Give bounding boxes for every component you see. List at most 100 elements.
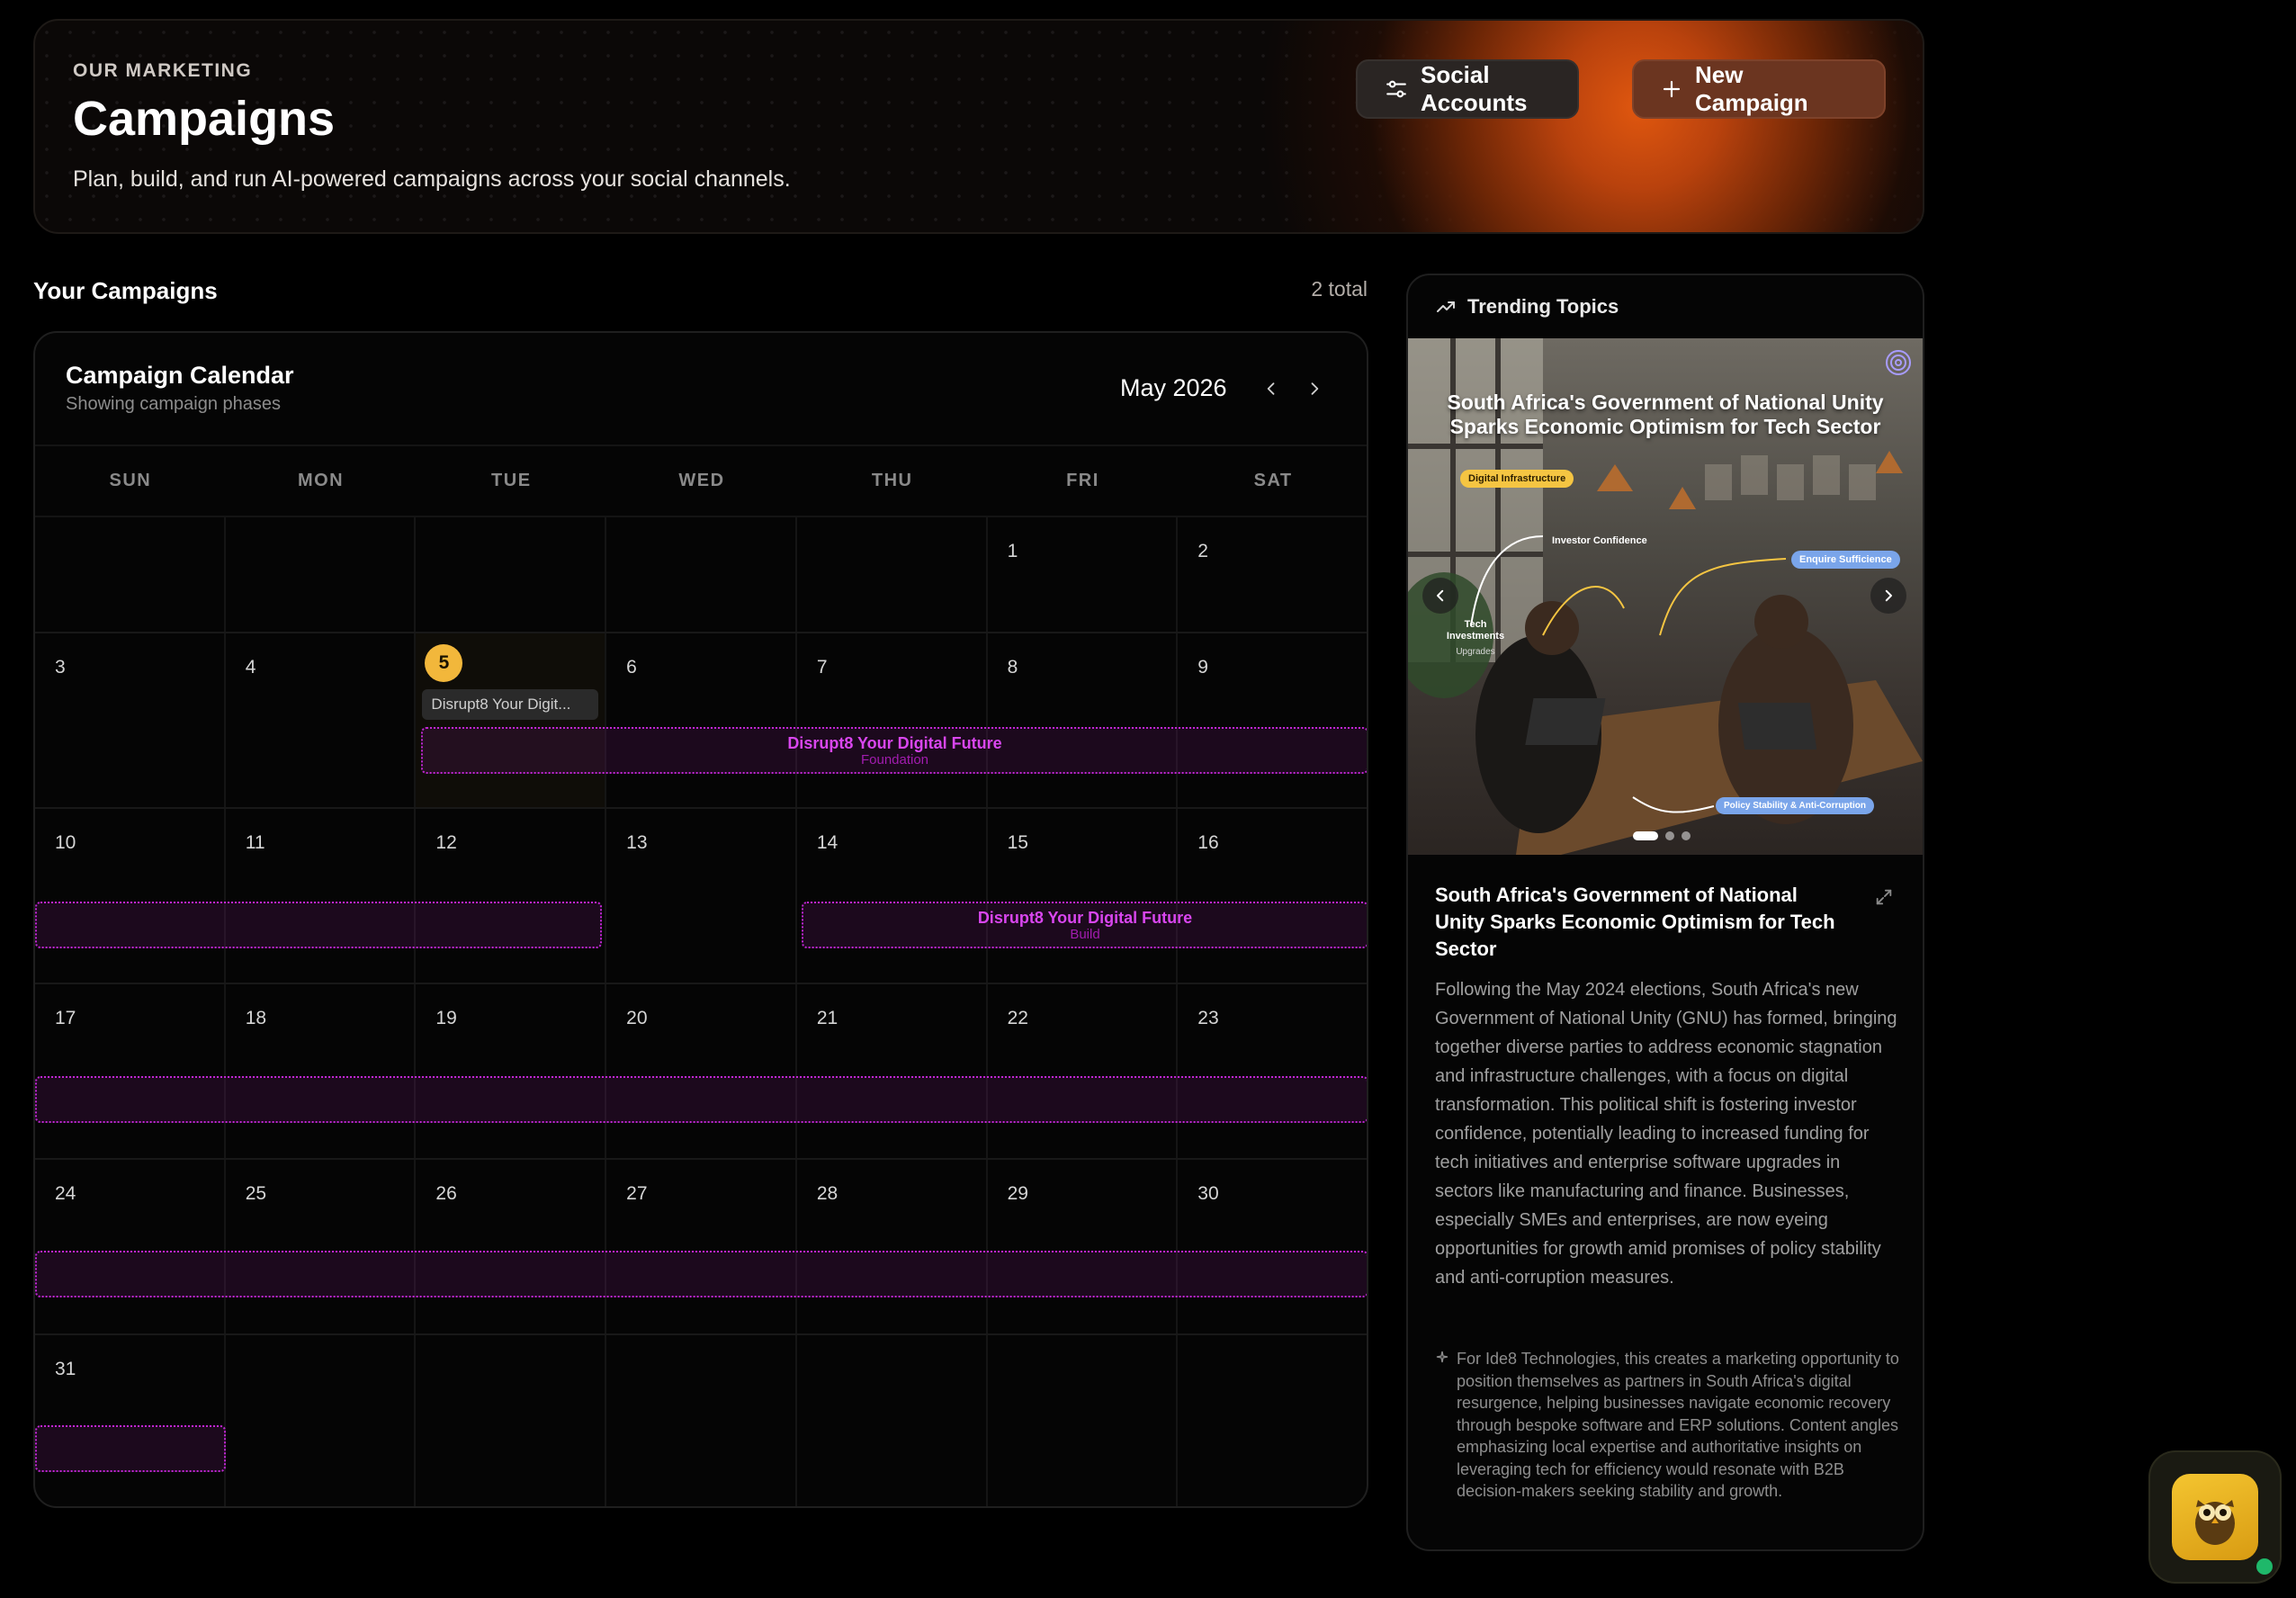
weekday-label: SAT <box>1253 471 1293 490</box>
calendar-month: May 2026 <box>1120 374 1227 401</box>
calendar-day[interactable]: 3 <box>35 633 226 807</box>
calendar-day[interactable]: 8 <box>988 633 1179 807</box>
day-number: 19 <box>435 1008 457 1028</box>
calendar-week: 3 4 5 Disrupt8 Your Digit... 6 7 8 9 Dis… <box>35 633 1367 809</box>
calendar-day[interactable]: 12 <box>416 809 607 983</box>
article-title: South Africa's Government of National Un… <box>1435 884 1835 960</box>
calendar-week: 31 <box>35 1335 1367 1506</box>
image-tag-digital: Digital Infrastructure <box>1460 470 1574 488</box>
article-note-text: For Ide8 Technologies, this creates a ma… <box>1457 1350 1899 1500</box>
next-month-button[interactable] <box>1298 373 1331 405</box>
calendar-day[interactable]: 11 <box>226 809 417 983</box>
calendar-day[interactable]: 18 <box>226 984 417 1158</box>
day-number: 10 <box>55 832 76 853</box>
day-number: 18 <box>245 1008 267 1028</box>
calendar-day[interactable]: 22 <box>988 984 1179 1158</box>
calendar-day[interactable]: 26 <box>416 1160 607 1333</box>
calendar-day[interactable]: 27 <box>606 1160 797 1333</box>
carousel-previous-button[interactable] <box>1422 578 1458 614</box>
calendar-day[interactable]: 21 <box>797 984 988 1158</box>
chevron-right-icon <box>1311 382 1319 395</box>
article-marketing-note: For Ide8 Technologies, this creates a ma… <box>1435 1348 1903 1503</box>
carousel-dots <box>1633 831 1691 840</box>
carousel-dot-active[interactable] <box>1633 831 1658 840</box>
carousel-next-button[interactable] <box>1870 578 1906 614</box>
calendar-week: 17 18 19 20 21 22 23 <box>35 984 1367 1160</box>
calendar-day[interactable]: 13 <box>606 809 797 983</box>
campaign-chip[interactable]: Disrupt8 Your Digit... <box>422 689 599 720</box>
trending-topics-panel: Trending Topics South Africa's Governmen… <box>1406 274 1924 1551</box>
calendar-day[interactable]: 19 <box>416 984 607 1158</box>
trending-topics-title: Trending Topics <box>1467 295 1619 318</box>
calendar-day[interactable]: 14 <box>797 809 988 983</box>
header-eyebrow: OUR MARKETING <box>73 60 253 81</box>
day-number: 21 <box>816 1008 839 1028</box>
calendar-day[interactable]: 1 <box>988 517 1179 632</box>
campaign-phase-bar[interactable]: Disrupt8 Your Digital Future Build <box>802 902 1367 948</box>
day-number: 20 <box>626 1008 648 1028</box>
phase-campaign-name: Disrupt8 Your Digital Future <box>787 733 1002 752</box>
weekday-label: SUN <box>109 471 152 490</box>
ai-assistant-button[interactable] <box>2148 1450 2282 1584</box>
calendar-day[interactable]: 20 <box>606 984 797 1158</box>
expand-icon[interactable] <box>1874 887 1894 911</box>
calendar-day[interactable]: 4 <box>226 633 417 807</box>
calendar-day-empty <box>35 517 226 632</box>
social-accounts-label: Social Accounts <box>1421 61 1528 116</box>
calendar-day[interactable]: 2 <box>1178 517 1367 632</box>
calendar-day-empty <box>988 1335 1179 1506</box>
image-label-upgrades: Upgrades <box>1456 647 1495 657</box>
calendar-day[interactable]: 29 <box>988 1160 1179 1333</box>
calendar-day[interactable]: 17 <box>35 984 226 1158</box>
calendar-day[interactable]: 30 <box>1178 1160 1367 1333</box>
online-status-dot <box>2253 1555 2276 1578</box>
calendar-week: 1 2 <box>35 517 1367 633</box>
carousel-dot[interactable] <box>1682 831 1691 840</box>
social-accounts-button[interactable]: Social Accounts <box>1356 59 1579 119</box>
campaign-phase-bar[interactable]: Disrupt8 Your Digital Future Foundation <box>421 727 1367 774</box>
day-number: 9 <box>1197 657 1208 678</box>
calendar-day-empty <box>416 1335 607 1506</box>
campaigns-header: OUR MARKETING Campaigns Plan, build, and… <box>33 19 1924 234</box>
image-tag-policy: Policy Stability & Anti-Corruption <box>1716 797 1874 814</box>
calendar-day[interactable]: 7 <box>797 633 988 807</box>
campaign-phase-bar-continued[interactable] <box>35 1425 226 1472</box>
calendar-title: Campaign Calendar <box>66 362 294 389</box>
day-number: 28 <box>816 1183 839 1204</box>
your-campaigns-heading: Your Campaigns <box>33 277 218 304</box>
calendar-day[interactable]: 28 <box>797 1160 988 1333</box>
campaign-phase-bar-continued[interactable] <box>35 1076 1367 1123</box>
chevron-left-icon <box>1437 589 1444 602</box>
new-campaign-button[interactable]: New Campaign <box>1632 59 1886 119</box>
image-headline: South Africa's Government of National Un… <box>1447 391 1884 438</box>
image-tag-enquire: Enquire Sufficience <box>1791 551 1900 569</box>
image-label-tech: Tech Investments <box>1446 619 1505 642</box>
campaign-phase-bar-continued[interactable] <box>35 1251 1367 1297</box>
calendar-day[interactable]: 15 <box>988 809 1179 983</box>
today-badge: 5 <box>425 644 463 682</box>
previous-month-button[interactable] <box>1255 373 1287 405</box>
carousel-dot[interactable] <box>1665 831 1674 840</box>
calendar-day[interactable]: 10 <box>35 809 226 983</box>
campaigns-count: 2 total <box>1311 277 1368 301</box>
calendar-day-empty <box>226 1335 417 1506</box>
weekday-label: WED <box>678 471 725 490</box>
calendar-day[interactable]: 25 <box>226 1160 417 1333</box>
trending-topic-image[interactable]: South Africa's Government of National Un… <box>1408 338 1923 855</box>
page-subtitle: Plan, build, and run AI-powered campaign… <box>73 166 791 192</box>
day-number: 31 <box>55 1359 76 1379</box>
calendar-day[interactable]: 6 <box>606 633 797 807</box>
day-number: 14 <box>816 832 839 853</box>
day-number: 8 <box>1007 657 1018 678</box>
calendar-day[interactable]: 9 <box>1178 633 1367 807</box>
calendar-subtitle: Showing campaign phases <box>66 394 282 414</box>
weekday-label: MON <box>297 471 345 490</box>
calendar-day[interactable]: 16 <box>1178 809 1367 983</box>
calendar-day[interactable]: 31 <box>35 1335 226 1506</box>
calendar-week: 24 25 26 27 28 29 30 <box>35 1160 1367 1335</box>
calendar-day[interactable]: 24 <box>35 1160 226 1333</box>
calendar-day-today[interactable]: 5 Disrupt8 Your Digit... <box>416 633 607 807</box>
calendar-day-empty <box>1178 1335 1367 1506</box>
calendar-day[interactable]: 23 <box>1178 984 1367 1158</box>
campaign-phase-bar-continued[interactable] <box>35 902 602 948</box>
